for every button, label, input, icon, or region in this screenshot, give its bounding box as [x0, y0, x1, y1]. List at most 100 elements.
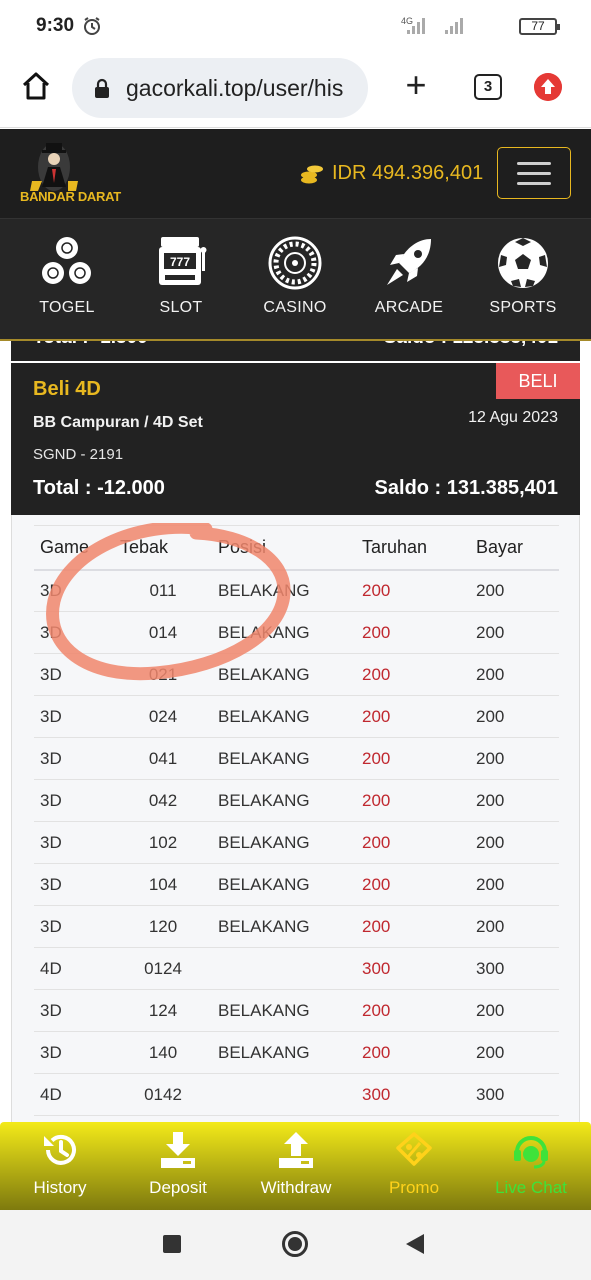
category-nav: TOGEL 777 SLOT CASINO ARCADE SPORTS	[0, 219, 591, 341]
category-togel[interactable]: TOGEL	[12, 235, 122, 335]
bet-card[interactable]: Beli 4D BELI BB Campuran / 4D Set 12 Agu…	[11, 363, 580, 515]
cell-game: 3D	[34, 569, 114, 612]
cell-taruhan: 200	[356, 989, 470, 1032]
cell-game: 4D	[34, 947, 114, 990]
nav-live-chat[interactable]: Live Chat	[472, 1130, 590, 1206]
cell-tebak: 041	[114, 737, 212, 780]
cell-tebak: 024	[114, 695, 212, 738]
category-label: SLOT	[159, 299, 203, 316]
cell-game: 3D	[34, 989, 114, 1032]
network-type: 4G	[401, 16, 414, 26]
cell-bayar: 300	[470, 1073, 559, 1116]
cell-bayar: 200	[470, 989, 559, 1032]
browser-toolbar: gacorkali.top/user/his + 3	[0, 54, 591, 128]
cell-tebak: 102	[114, 821, 212, 864]
menu-line	[517, 172, 551, 175]
nav-deposit[interactable]: Deposit	[119, 1130, 237, 1206]
cell-taruhan: 200	[356, 695, 470, 738]
column-header-bayar: Bayar	[470, 525, 559, 571]
alarm-icon	[84, 17, 100, 35]
cell-taruhan: 200	[356, 737, 470, 780]
cell-posisi: BELAKANG	[212, 569, 356, 612]
category-label: TOGEL	[39, 299, 95, 316]
update-icon[interactable]	[534, 73, 562, 101]
cell-posisi: BELAKANG	[212, 1031, 356, 1074]
withdraw-icon	[279, 1132, 313, 1168]
recent-apps-icon[interactable]	[163, 1235, 181, 1253]
svg-text:777: 777	[170, 255, 190, 269]
nav-label: Live Chat	[495, 1178, 567, 1197]
logo-text: BANDAR DARAT	[20, 189, 121, 204]
table-row: 4D 0142 300 300	[34, 1073, 559, 1116]
table-row: 3D 042 BELAKANG 200 200	[34, 779, 559, 822]
soccer-ball-icon	[498, 238, 548, 288]
column-header-game: Game	[34, 525, 114, 571]
cell-game: 3D	[34, 737, 114, 780]
cell-taruhan: 200	[356, 1031, 470, 1074]
cell-bayar: 200	[470, 905, 559, 948]
cell-posisi: BELAKANG	[212, 989, 356, 1032]
table-row: 3D 102 BELAKANG 200 200	[34, 821, 559, 864]
column-header-tebak: Tebak	[114, 525, 212, 571]
cell-tebak: 104	[114, 863, 212, 906]
cell-posisi: BELAKANG	[212, 905, 356, 948]
bet-title: Beli 4D	[33, 378, 101, 400]
balance-amount: IDR 494.396,401	[332, 162, 484, 184]
cell-tebak: 120	[114, 905, 212, 948]
cell-taruhan: 200	[356, 863, 470, 906]
table-row: 3D 024 BELAKANG 200 200	[34, 695, 559, 738]
category-label: CASINO	[263, 299, 327, 316]
cell-tebak: 0142	[114, 1073, 212, 1116]
cell-game: 3D	[34, 1031, 114, 1074]
nav-promo[interactable]: Promo	[355, 1130, 473, 1206]
cell-bayar: 200	[470, 779, 559, 822]
slot-machine-icon: 777	[159, 237, 207, 285]
table-row: 3D 014 BELAKANG 200 200	[34, 611, 559, 654]
cell-tebak: 042	[114, 779, 212, 822]
cell-game: 4D	[34, 1073, 114, 1116]
cell-taruhan: 200	[356, 611, 470, 654]
tab-switcher-button[interactable]: 3	[474, 74, 502, 100]
nav-label: Deposit	[149, 1178, 207, 1197]
home-icon[interactable]	[20, 70, 52, 102]
cell-tebak: 021	[114, 653, 212, 696]
cell-game: 3D	[34, 863, 114, 906]
category-sports[interactable]: SPORTS	[468, 235, 578, 335]
site-header: BANDAR DARAT IDR 494.396,401	[0, 129, 591, 219]
bet-type: BB Campuran / 4D Set	[33, 414, 203, 431]
cell-bayar: 200	[470, 737, 559, 780]
nav-label: History	[33, 1178, 87, 1197]
cell-game: 3D	[34, 821, 114, 864]
cell-bayar: 200	[470, 653, 559, 696]
cell-game: 3D	[34, 905, 114, 948]
cell-posisi: BELAKANG	[212, 779, 356, 822]
cell-posisi: BELAKANG	[212, 863, 356, 906]
bet-date: 12 Agu 2023	[468, 409, 558, 426]
table-header-row: Game Tebak Posisi Taruhan Bayar	[34, 525, 559, 571]
cell-game: 3D	[34, 695, 114, 738]
previous-total: Total : -1.300	[33, 341, 148, 349]
cell-taruhan: 300	[356, 1073, 470, 1116]
nav-withdraw[interactable]: Withdraw	[237, 1130, 355, 1206]
new-tab-icon[interactable]: +	[400, 67, 432, 103]
category-slot[interactable]: 777 SLOT	[126, 235, 236, 335]
address-bar[interactable]: gacorkali.top/user/his	[72, 58, 368, 118]
rocket-icon	[387, 239, 431, 285]
back-icon[interactable]	[406, 1234, 424, 1254]
nav-history[interactable]: History	[1, 1130, 119, 1206]
previous-bet-card: Total : -1.300 Saldo : 123.385,401	[11, 341, 580, 361]
table-row: 3D 041 BELAKANG 200 200	[34, 737, 559, 780]
category-arcade[interactable]: ARCADE	[354, 235, 464, 335]
system-home-icon[interactable]	[282, 1231, 308, 1257]
cell-tebak: 124	[114, 989, 212, 1032]
table-row: 3D 011 BELAKANG 200 200	[34, 569, 559, 612]
cell-taruhan: 200	[356, 779, 470, 822]
category-casino[interactable]: CASINO	[240, 235, 350, 335]
cell-game: 3D	[34, 611, 114, 654]
hamburger-menu-button[interactable]	[497, 147, 571, 199]
cell-bayar: 200	[470, 569, 559, 612]
table-row: 3D 124 BELAKANG 200 200	[34, 989, 559, 1032]
beli-badge: BELI	[496, 363, 580, 399]
promo-icon	[396, 1132, 432, 1166]
cell-tebak: 140	[114, 1031, 212, 1074]
